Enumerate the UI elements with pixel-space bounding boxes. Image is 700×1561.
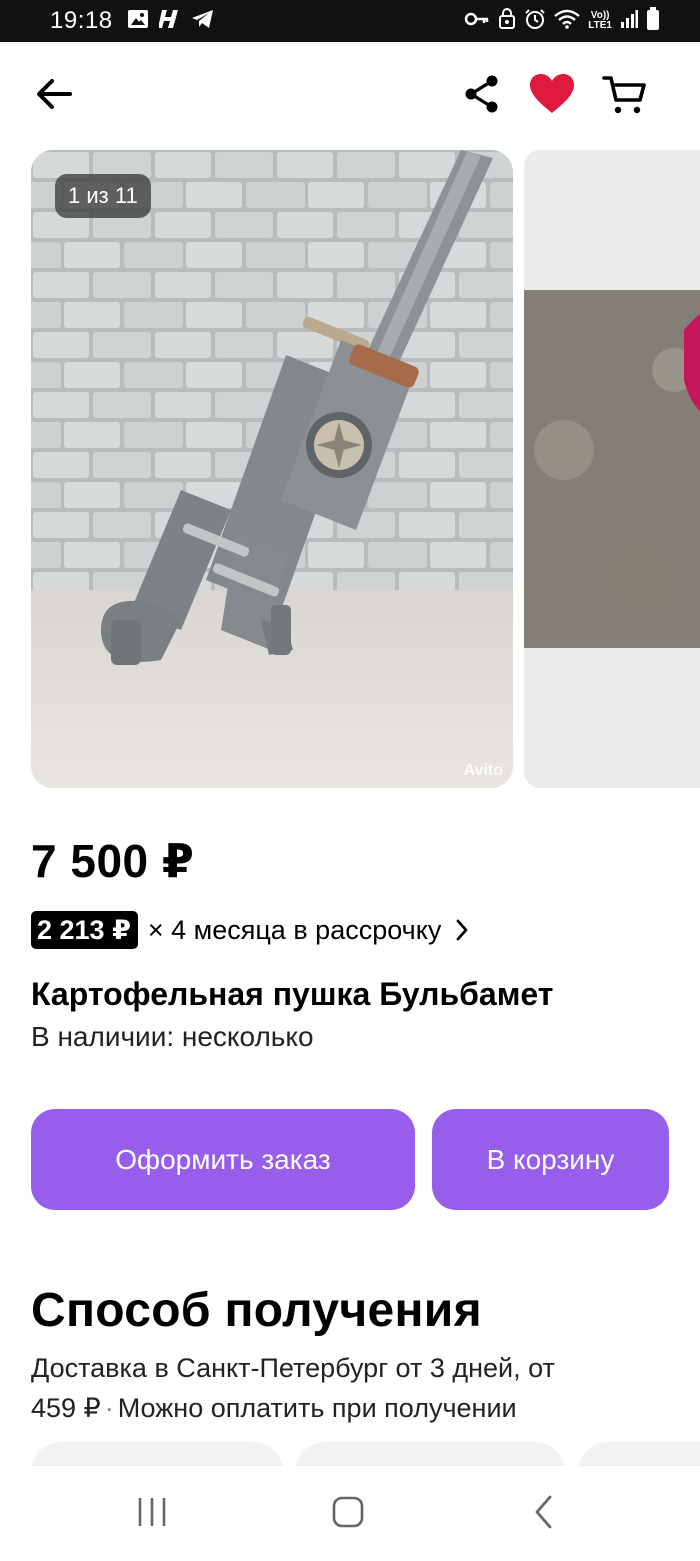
installment-text: × 4 месяца в рассрочку xyxy=(147,914,442,945)
delivery-description: Доставка в Санкт-Петербург от 3 дней, от… xyxy=(31,1348,671,1428)
h-app-icon xyxy=(157,8,181,35)
key-icon xyxy=(464,10,490,33)
signal-icon xyxy=(620,9,638,34)
cart-icon xyxy=(602,72,646,121)
next-photo-image xyxy=(524,150,700,788)
recent-apps-button[interactable] xyxy=(122,1494,182,1534)
status-system-icons: Vo)) LTE1 xyxy=(464,0,660,42)
delivery-line: Доставка в Санкт-Петербург от 3 дней, от xyxy=(31,1353,555,1383)
installment-link[interactable]: 2 213 ₽ × 4 месяца в рассрочку xyxy=(31,910,469,950)
status-notification-icons xyxy=(127,8,215,35)
photo-gallery[interactable]: 1 из 11 Avito xyxy=(0,150,700,790)
product-photo-image xyxy=(31,150,513,788)
home-icon xyxy=(331,1495,365,1534)
favorite-button[interactable] xyxy=(526,70,578,122)
installment-amount-badge: 2 213 ₽ xyxy=(31,911,138,949)
home-button[interactable] xyxy=(318,1494,378,1534)
order-button[interactable]: Оформить заказ xyxy=(31,1109,415,1210)
system-navigation-bar xyxy=(0,1466,700,1561)
nav-back-icon xyxy=(532,1494,556,1535)
top-app-bar xyxy=(0,42,700,146)
cart-button[interactable] xyxy=(598,70,650,122)
availability-text: В наличии: несколько xyxy=(31,1021,314,1052)
vpn-lock-icon xyxy=(498,7,516,35)
system-back-button[interactable] xyxy=(514,1494,574,1534)
heart-icon xyxy=(529,73,575,120)
recent-apps-icon xyxy=(136,1496,168,1533)
telegram-icon xyxy=(191,8,215,35)
next-photo-preview[interactable] xyxy=(524,150,700,788)
watermark: Avito xyxy=(463,762,503,779)
chevron-right-icon xyxy=(455,918,469,942)
back-button[interactable] xyxy=(30,72,78,120)
add-to-cart-button[interactable]: В корзину xyxy=(432,1109,669,1210)
arrow-left-icon xyxy=(34,76,74,117)
battery-icon xyxy=(646,6,660,36)
status-bar: 19:18 Vo)) LTE1 xyxy=(0,0,700,42)
product-price: 7 500 ₽ xyxy=(31,835,195,887)
product-title: Картофельная пушка Бульбамет xyxy=(31,976,554,1012)
share-button[interactable] xyxy=(458,72,506,120)
payment-note: Можно оплатить при получении xyxy=(117,1393,517,1423)
photo-counter: 1 из 11 xyxy=(55,174,151,218)
volte-icon: Vo)) LTE1 xyxy=(588,11,612,31)
volte-label-bottom: LTE1 xyxy=(588,20,612,31)
delivery-price: 459 ₽ xyxy=(31,1393,101,1423)
image-icon xyxy=(127,8,149,35)
alarm-icon xyxy=(524,8,546,35)
status-time: 19:18 xyxy=(50,7,113,34)
separator-dot: · xyxy=(104,1393,114,1423)
product-photo[interactable]: 1 из 11 Avito xyxy=(31,150,513,788)
wifi-icon xyxy=(554,9,581,34)
delivery-section-title: Способ получения xyxy=(31,1284,482,1337)
share-icon xyxy=(463,74,501,119)
